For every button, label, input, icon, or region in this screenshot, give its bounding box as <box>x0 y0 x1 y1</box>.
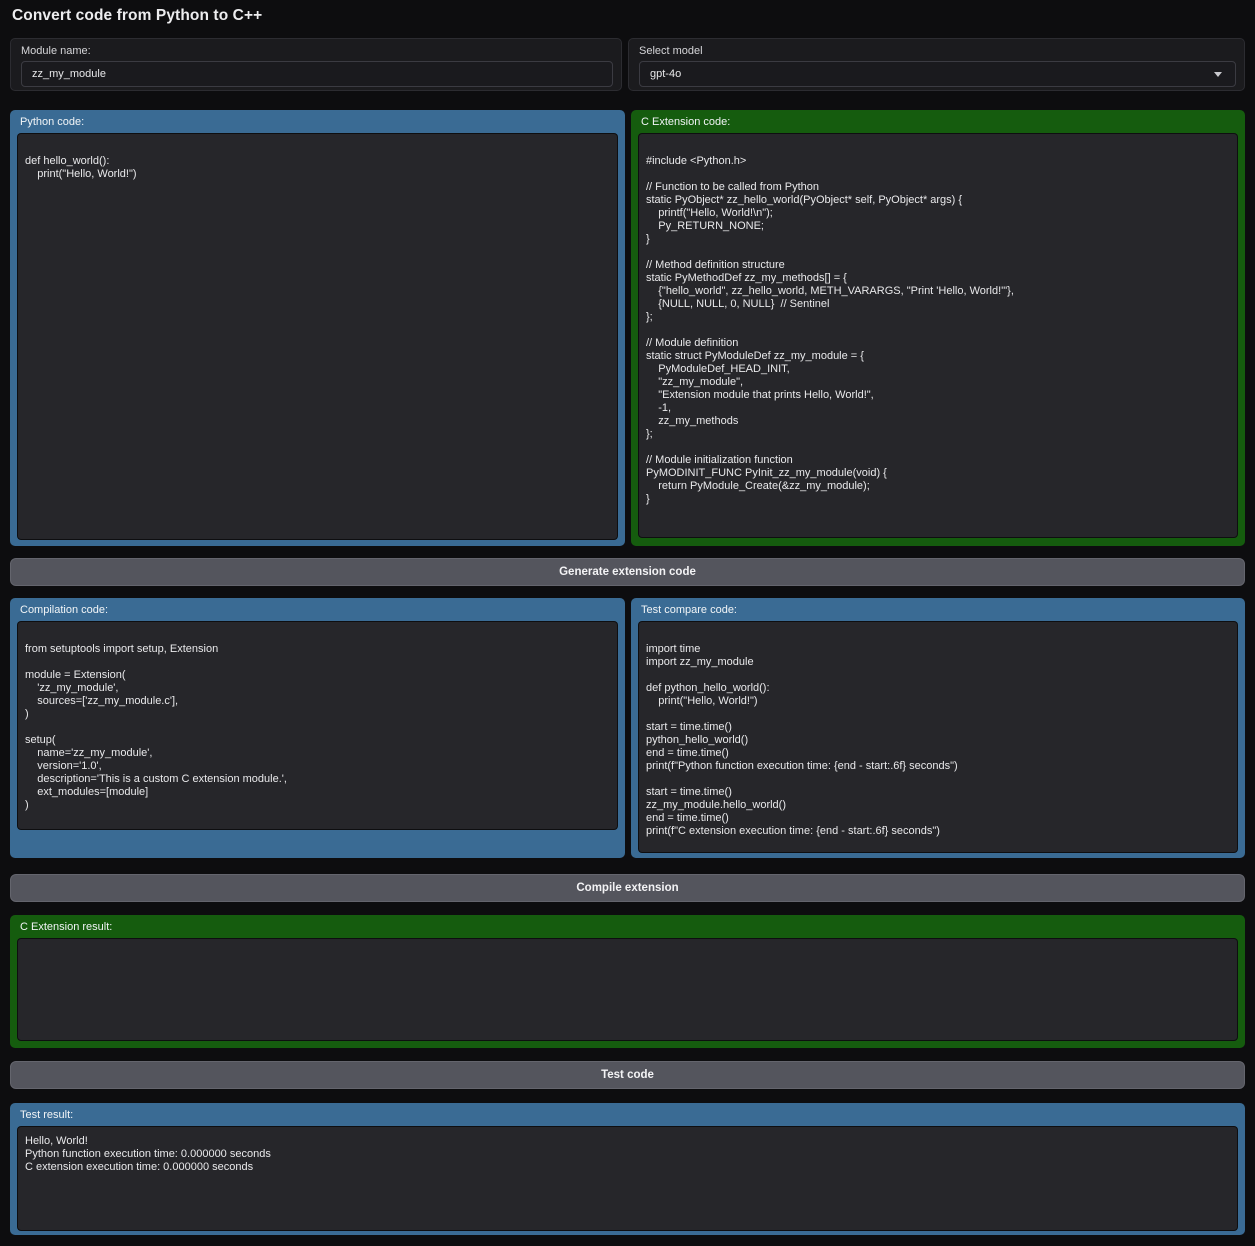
test-result-panel: Test result: Hello, World! Python functi… <box>10 1103 1245 1235</box>
module-name-label: Module name: <box>21 45 91 57</box>
compilation-code-label: Compilation code: <box>20 604 108 616</box>
model-dropdown[interactable]: gpt-4o <box>639 61 1236 87</box>
python-code-panel: Python code: def hello_world(): print("H… <box>10 110 625 546</box>
chevron-down-icon <box>1214 72 1222 77</box>
generate-extension-code-button[interactable]: Generate extension code <box>10 558 1245 586</box>
c-extension-code-panel: C Extension code: #include <Python.h> //… <box>631 110 1245 546</box>
c-extension-result-textarea[interactable] <box>17 938 1238 1041</box>
test-result-textarea[interactable]: Hello, World! Python function execution … <box>17 1126 1238 1231</box>
python-code-label: Python code: <box>20 116 84 128</box>
model-dropdown-value: gpt-4o <box>650 68 681 80</box>
model-block: Select model gpt-4o <box>628 38 1245 91</box>
compile-extension-button[interactable]: Compile extension <box>10 874 1245 902</box>
python-code-textarea[interactable]: def hello_world(): print("Hello, World!"… <box>17 133 618 540</box>
page-title: Convert code from Python to C++ <box>12 7 262 25</box>
module-name-input[interactable] <box>21 61 613 87</box>
test-compare-code-label: Test compare code: <box>641 604 737 616</box>
compilation-code-textarea[interactable]: from setuptools import setup, Extension … <box>17 621 618 830</box>
c-extension-result-panel: C Extension result: <box>10 915 1245 1048</box>
test-result-label: Test result: <box>20 1109 73 1121</box>
test-compare-code-panel: Test compare code: import time import zz… <box>631 598 1245 858</box>
test-code-button[interactable]: Test code <box>10 1061 1245 1089</box>
compilation-code-panel: Compilation code: from setuptools import… <box>10 598 625 858</box>
module-name-block: Module name: <box>10 38 622 91</box>
c-extension-code-textarea[interactable]: #include <Python.h> // Function to be ca… <box>638 133 1238 538</box>
c-extension-result-label: C Extension result: <box>20 921 112 933</box>
c-extension-code-label: C Extension code: <box>641 116 730 128</box>
app-root: Convert code from Python to C++ Module n… <box>0 0 1255 1246</box>
test-compare-code-textarea[interactable]: import time import zz_my_module def pyth… <box>638 621 1238 853</box>
model-label: Select model <box>639 45 703 57</box>
